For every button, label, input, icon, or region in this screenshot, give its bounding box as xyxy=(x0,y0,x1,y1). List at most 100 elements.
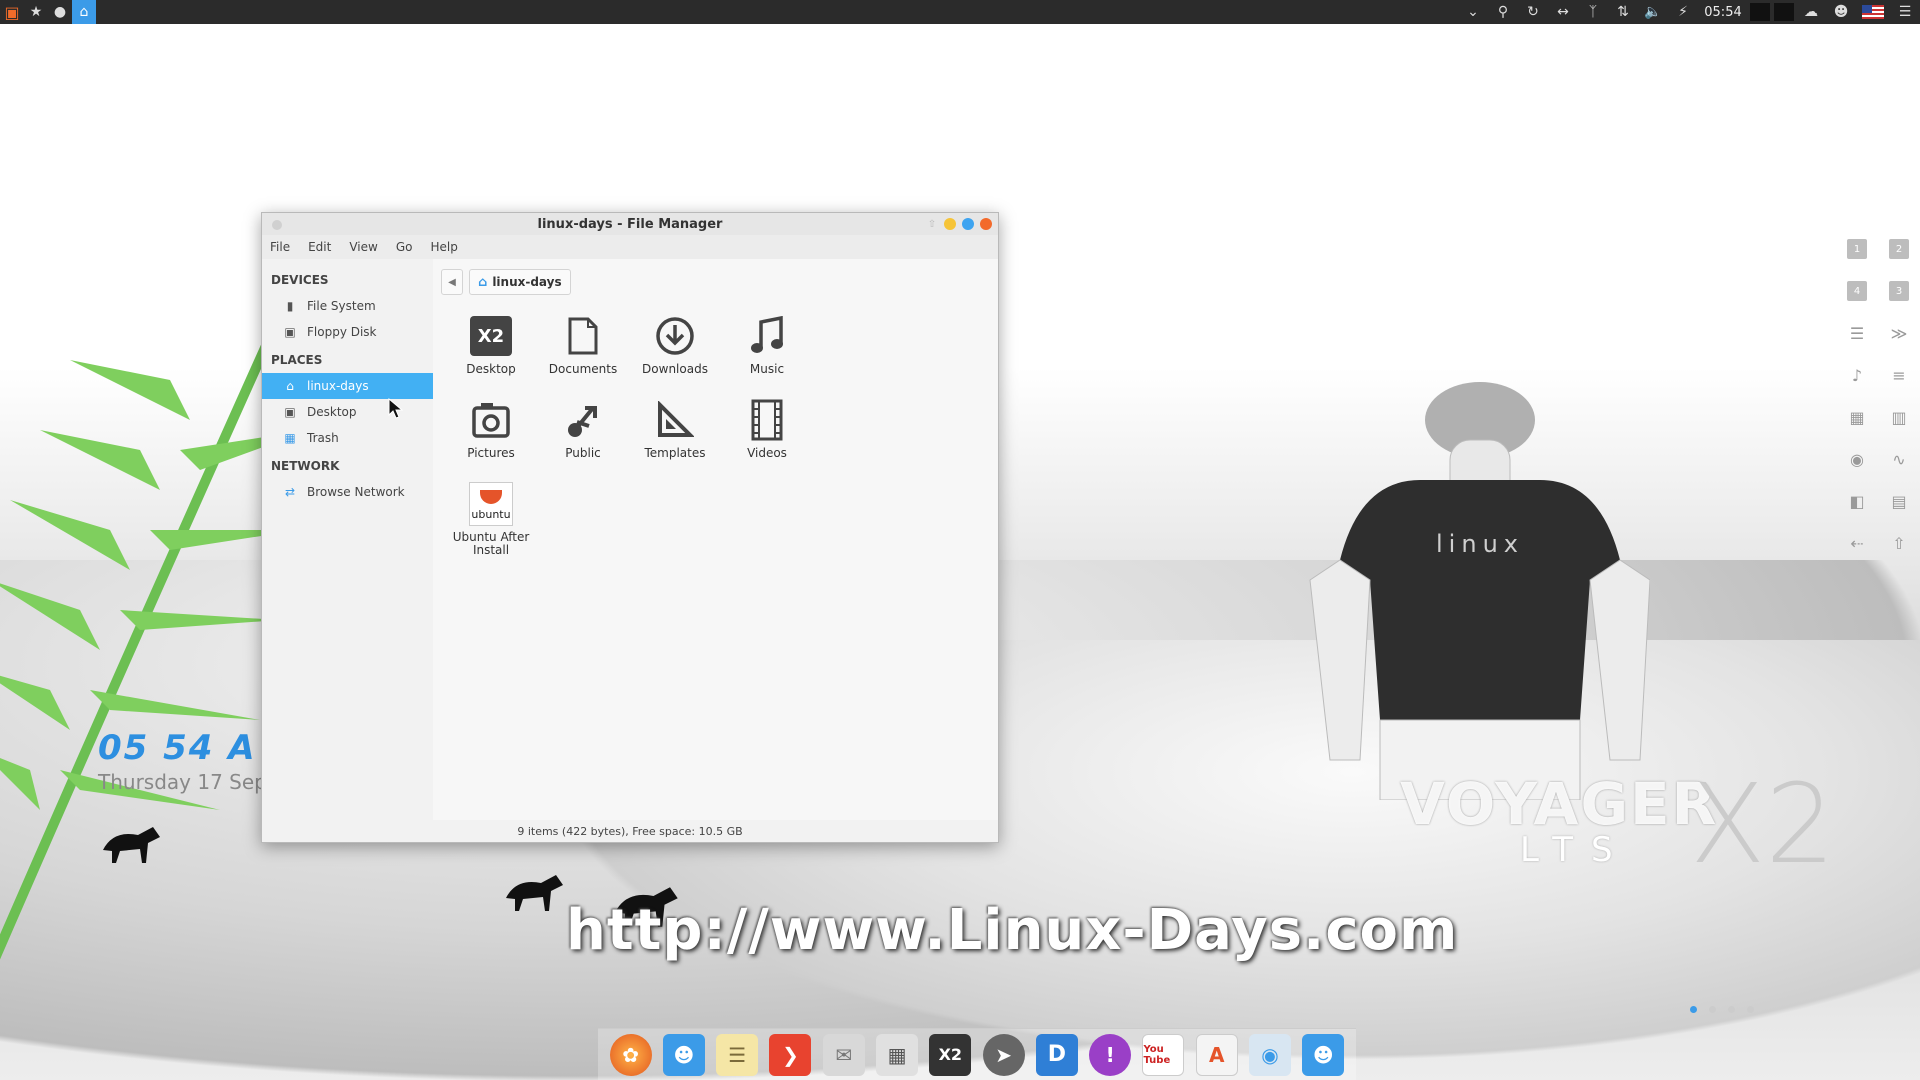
sidebar-item-floppy-disk[interactable]: ▣ Floppy Disk xyxy=(262,319,433,345)
file-item-documents[interactable]: Documents xyxy=(537,313,629,397)
history-icon[interactable]: ↻ xyxy=(1518,0,1548,24)
mail-icon[interactable]: ✉ xyxy=(822,1033,865,1076)
star-icon[interactable]: ★ xyxy=(24,0,48,24)
chevron-down-icon[interactable]: ⌄ xyxy=(1458,0,1488,24)
panel-clock[interactable]: 05:54 xyxy=(1698,5,1748,20)
cloud-icon[interactable]: ☁ xyxy=(1796,0,1826,24)
app-menu-icon[interactable]: ▣ xyxy=(0,0,24,24)
split-icon[interactable]: ↔ xyxy=(1548,0,1578,24)
workspace-1-button[interactable]: 1 xyxy=(1836,228,1878,270)
firefox-icon[interactable]: ✿ xyxy=(609,1033,652,1076)
notes-icon[interactable]: ☰ xyxy=(716,1033,759,1076)
network-icon[interactable]: ⇅ xyxy=(1608,0,1638,24)
pulse-icon[interactable]: ∿ xyxy=(1878,438,1920,480)
voyager-brand-x2: X2 xyxy=(1690,760,1836,888)
sidebar-item-label: File System xyxy=(307,299,376,313)
url-banner: http://www.Linux-Days.com xyxy=(566,898,1459,963)
arrow-up-icon[interactable]: ⇧ xyxy=(1878,522,1920,564)
file-item-downloads[interactable]: Downloads xyxy=(629,313,721,397)
workspaces-icon[interactable]: ▦ xyxy=(876,1033,919,1076)
right-widget-column: 1 2 4 3 ☰ ≫ ♪ ≡ ▦ ▥ ◉ ∿ ◧ ▤ ⇠ ⇧ xyxy=(1836,228,1920,564)
menu-file[interactable]: File xyxy=(270,240,290,254)
bar-chart-icon[interactable]: ▥ xyxy=(1878,396,1920,438)
window-titlebar[interactable]: linux-days - File Manager ⇧ xyxy=(262,213,998,235)
menubar: File Edit View Go Help xyxy=(262,235,998,259)
menu-edit[interactable]: Edit xyxy=(308,240,331,254)
menu-go[interactable]: Go xyxy=(396,240,413,254)
file-view: ◀ ⌂ linux-days X2 Desktop Documents Down… xyxy=(433,259,998,842)
file-item-label: Ubuntu After Install xyxy=(452,530,530,557)
home-icon[interactable]: ⌂ xyxy=(72,0,96,24)
eye-icon[interactable]: ◉ xyxy=(1836,438,1878,480)
music-note-icon[interactable]: ♪ xyxy=(1836,354,1878,396)
toggle-icon[interactable]: ◉ xyxy=(1249,1033,1292,1076)
file-item-music[interactable]: Music xyxy=(721,313,813,397)
search-icon[interactable]: ⚲ xyxy=(1488,0,1518,24)
back-button[interactable]: ◀ xyxy=(441,269,463,295)
voyager-brand-main: VOYAGER xyxy=(1400,770,1719,838)
file-item-ubuntu-after-install[interactable]: ubuntu Ubuntu After Install xyxy=(445,481,537,565)
arrow-left-icon[interactable]: ⇠ xyxy=(1836,522,1878,564)
file-grid: X2 Desktop Documents Downloads Music Pic… xyxy=(445,313,885,565)
x2-folder-icon: X2 xyxy=(470,316,512,356)
workspace-2-button[interactable]: 2 xyxy=(1878,228,1920,270)
terminal-icon[interactable]: ❯ xyxy=(769,1033,812,1076)
power-icon[interactable]: ⚡ xyxy=(1668,0,1698,24)
dictionary-icon[interactable]: D xyxy=(1035,1033,1078,1076)
pager-dot[interactable] xyxy=(1690,1006,1697,1013)
share-icon xyxy=(559,397,607,443)
x2-icon[interactable]: X2 xyxy=(929,1033,972,1076)
sidebar-item-linux-days[interactable]: ⌂ linux-days xyxy=(262,373,433,399)
flag-icon[interactable] xyxy=(1862,5,1884,19)
file-item-desktop[interactable]: X2 Desktop xyxy=(445,313,537,397)
circle-icon[interactable]: ● xyxy=(48,0,72,24)
tiles-icon[interactable]: ▦ xyxy=(1836,396,1878,438)
pager-dot[interactable] xyxy=(1747,1006,1754,1013)
volume-icon[interactable]: 🔈 xyxy=(1638,0,1668,24)
floppy-icon: ▣ xyxy=(284,325,296,339)
chat-icon[interactable]: ! xyxy=(1089,1033,1132,1076)
horse-silhouette xyxy=(506,875,563,911)
maximize-button[interactable] xyxy=(962,218,974,230)
workspace-indicator[interactable] xyxy=(1750,3,1770,21)
user-icon[interactable]: ☻ xyxy=(1302,1033,1345,1076)
sidebar-item-trash[interactable]: ▦ Trash xyxy=(262,425,433,451)
terminal-icon[interactable]: ≫ xyxy=(1878,312,1920,354)
sidebar-item-browse-network[interactable]: ⇄ Browse Network xyxy=(262,479,433,505)
mouse-cursor-icon xyxy=(388,398,404,419)
pager-dot[interactable] xyxy=(1709,1006,1716,1013)
minimize-button[interactable] xyxy=(944,218,956,230)
list-icon[interactable]: ☰ xyxy=(1836,312,1878,354)
window-menu-button[interactable] xyxy=(272,220,282,230)
launcher-icon[interactable]: ➤ xyxy=(982,1033,1025,1076)
top-panel-right: ⌄ ⚲ ↻ ↔ ᛉ ⇅ 🔈 ⚡ 05:54 ☁ ☻ ☰ xyxy=(1458,0,1920,24)
workspace-indicator[interactable] xyxy=(1774,3,1794,21)
bluetooth-icon[interactable]: ᛉ xyxy=(1578,0,1608,24)
panel-left-icon[interactable]: ◧ xyxy=(1836,480,1878,522)
panel-top-icon[interactable]: ▤ xyxy=(1878,480,1920,522)
breadcrumb-linux-days[interactable]: ⌂ linux-days xyxy=(469,269,571,295)
file-item-public[interactable]: Public xyxy=(537,397,629,481)
settings-sliders-icon[interactable]: ≡ xyxy=(1878,354,1920,396)
pager-dot[interactable] xyxy=(1728,1006,1735,1013)
pin-icon[interactable]: ⇧ xyxy=(926,219,938,230)
workspace-3-button[interactable]: 3 xyxy=(1878,270,1920,312)
software-center-icon[interactable]: A xyxy=(1195,1033,1238,1076)
workspace-4-button[interactable]: 4 xyxy=(1836,270,1878,312)
sidebar-item-desktop[interactable]: ▣ Desktop xyxy=(262,399,433,425)
sidebar-item-label: Floppy Disk xyxy=(307,325,377,339)
youtube-icon[interactable]: You Tube xyxy=(1142,1033,1185,1076)
menu-help[interactable]: Help xyxy=(430,240,457,254)
window-controls: ⇧ xyxy=(926,218,992,230)
menu-icon[interactable]: ☰ xyxy=(1890,0,1920,24)
top-panel-left: ▣ ★ ● ⌂ xyxy=(0,0,96,24)
sidebar-item-file-system[interactable]: ▮ File System xyxy=(262,293,433,319)
file-item-pictures[interactable]: Pictures xyxy=(445,397,537,481)
user-icon[interactable]: ☻ xyxy=(1826,0,1856,24)
network-icon: ⇄ xyxy=(284,485,296,499)
close-button[interactable] xyxy=(980,218,992,230)
file-item-templates[interactable]: Templates xyxy=(629,397,721,481)
file-item-videos[interactable]: Videos xyxy=(721,397,813,481)
contacts-icon[interactable]: ☻ xyxy=(662,1033,705,1076)
menu-view[interactable]: View xyxy=(349,240,377,254)
